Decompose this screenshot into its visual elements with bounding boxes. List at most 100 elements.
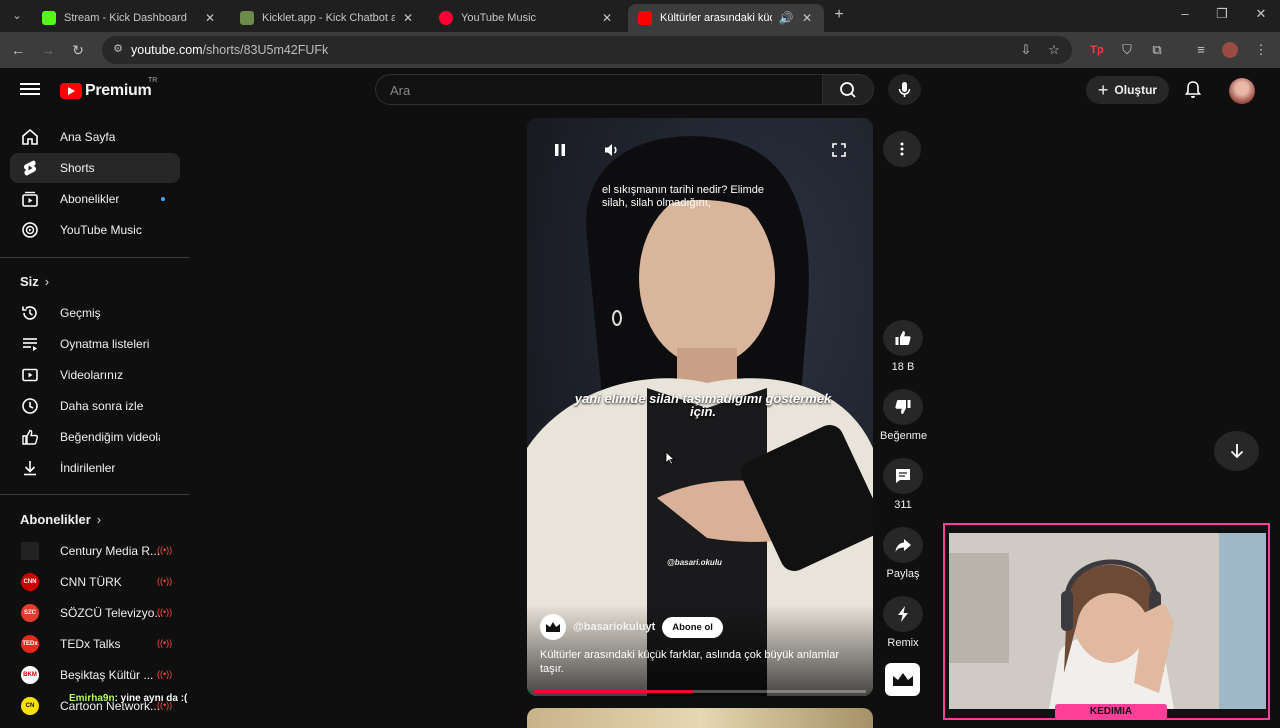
subscription-channel[interactable]: Century Media R... ((•)) [10,536,180,566]
bookmark-star-icon[interactable]: ☆ [1045,41,1063,59]
fullscreen-button[interactable] [824,138,854,162]
create-button[interactable]: + Oluştur [1086,76,1169,104]
search-box[interactable]: Ara [375,74,823,105]
progress-fill [534,690,694,693]
subscribe-button[interactable]: Abone ol [662,616,723,638]
sidebar-item-watch-later[interactable]: Daha sonra izle [10,391,180,421]
search-button[interactable] [822,74,874,105]
dislike-circle[interactable] [883,389,923,425]
channel-avatar-icon: TEDx [21,635,39,653]
history-icon [20,303,40,323]
browser-tab[interactable]: Stream - Kick Dashboard ✕ [32,4,227,32]
profile-avatar[interactable] [1222,42,1238,58]
speaker-icon[interactable]: 🔊 [778,11,794,25]
short-description[interactable]: Kültürler arasındaki küçük farklar, aslı… [540,648,865,676]
remix-circle[interactable] [883,596,923,632]
menu-icon[interactable] [20,80,40,98]
pause-button[interactable] [545,138,575,162]
sound-source-thumbnail[interactable] [885,663,920,696]
close-tab-icon[interactable]: ✕ [600,11,614,25]
watch-later-icon [20,396,40,416]
next-short-preview[interactable] [527,708,873,728]
subscription-channel[interactable]: BKM Beşiktaş Kültür ... ((•)) [10,660,180,690]
sidebar-item-label: SÖZCÜ Televizyo... [60,606,160,620]
sidebar-item-home[interactable]: Ana Sayfa [10,122,180,152]
address-bar[interactable]: ⚙ youtube.com/shorts/83U5m42FUFk ⇩ ☆ [102,36,1072,64]
youtube-favicon-icon [638,11,652,25]
next-short-button[interactable] [1214,431,1259,471]
close-tab-icon[interactable]: ✕ [203,11,217,25]
voice-search-button[interactable] [888,74,921,105]
dislike-label: Beğenme [880,430,928,442]
progress-bar[interactable] [534,690,866,693]
browser-tab[interactable]: YouTube Music ✕ [429,4,624,32]
tab-title: YouTube Music [461,12,537,24]
share-circle[interactable] [883,527,923,563]
install-app-icon[interactable]: ⇩ [1017,41,1035,59]
browser-menu-icon[interactable]: ⋮ [1252,41,1270,59]
comments-button[interactable]: 311 [880,458,926,511]
thumb-down-icon [895,400,911,414]
channel-avatar: CN [20,696,40,716]
chevron-right-icon: › [44,274,50,289]
like-count: 18 B [891,361,915,373]
channel-avatar: TEDx [20,634,40,654]
like-button[interactable]: 18 B [880,320,926,373]
extension-tp-icon[interactable]: Tp [1088,41,1106,59]
sidebar-item-liked-videos[interactable]: Beğendiğim videolar [10,422,180,452]
channel-avatar: BKM [20,665,40,685]
sidebar-item-history[interactable]: Geçmiş [10,298,180,328]
logo-text: Premium [85,82,152,99]
channel-avatar[interactable] [540,614,566,640]
subscription-channel[interactable]: TEDx TEDx Talks ((•)) [10,629,180,659]
extension-shield-icon[interactable]: ⛉ [1118,41,1136,59]
you-section-title[interactable]: Siz › [20,274,49,289]
kick-favicon-icon [42,11,56,25]
shorts-player[interactable]: el sıkışmanın tarihi nedir? Elimde silah… [527,118,873,696]
arrow-down-icon [1230,444,1243,459]
site-info-icon[interactable]: ⚙ [110,42,126,58]
url-path: /shorts/83U5m42FUFk [202,43,329,57]
reload-icon[interactable]: ↻ [69,41,87,59]
browser-tab-active[interactable]: Kültürler arasındaki küçük fa 🔊 ✕ [628,4,824,32]
close-tab-icon[interactable]: ✕ [401,11,415,25]
subscription-channel[interactable]: SZC SÖZCÜ Televizyo... ((•)) [10,598,180,628]
sidebar-item-playlists[interactable]: Oynatma listeleri [10,329,180,359]
dislike-button[interactable]: Beğenme [880,389,928,442]
sidebar-item-your-videos[interactable]: Videolarınız [10,360,180,390]
forward-icon[interactable]: → [39,41,57,59]
close-tab-icon[interactable]: ✕ [800,11,814,25]
sidebar-item-downloads[interactable]: İndirilenler [10,453,180,483]
close-window-icon[interactable]: ✕ [1252,6,1270,22]
tab-search-chevron-icon[interactable]: ⌄ [8,7,26,25]
sidebar-item-shorts[interactable]: Shorts [10,153,180,183]
share-button[interactable]: Paylaş [880,527,926,580]
url-text[interactable]: youtube.com/shorts/83U5m42FUFk [131,43,328,57]
fullscreen-icon [832,143,846,157]
channel-name[interactable]: @basariokuluyt [573,621,655,633]
media-controls-icon[interactable]: ≡ [1192,41,1210,59]
account-avatar[interactable] [1229,78,1255,104]
sidebar-item-label: Abonelikler [60,192,120,206]
remix-button[interactable]: Remix [880,596,926,649]
notifications-bell-icon[interactable] [1183,80,1203,100]
new-tab-icon[interactable]: + [830,6,848,24]
subscription-channel[interactable]: CNN CNN TÜRK ((•)) [10,567,180,597]
youtube-premium-logo[interactable]: Premium TR [60,77,157,100]
tab-title: Kicklet.app - Kick Chatbot and ( [262,12,395,24]
extensions-puzzle-icon[interactable]: ⧉ [1148,41,1166,59]
browser-tab[interactable]: Kicklet.app - Kick Chatbot and ( ✕ [230,4,425,32]
pause-icon [555,144,565,156]
volume-button[interactable] [597,138,627,162]
back-icon[interactable]: ← [9,41,27,59]
channel-avatar [20,541,40,561]
more-options-button[interactable] [883,131,921,167]
subscriptions-section-title[interactable]: Abonelikler › [20,512,101,527]
sidebar-item-subscriptions[interactable]: Abonelikler [10,184,180,214]
like-circle[interactable] [883,320,923,356]
minimize-icon[interactable]: – [1176,6,1194,21]
sidebar-divider [0,257,190,258]
restore-icon[interactable]: ❐ [1213,6,1231,22]
sidebar-item-youtube-music[interactable]: YouTube Music [10,215,180,245]
comments-circle[interactable] [883,458,923,494]
